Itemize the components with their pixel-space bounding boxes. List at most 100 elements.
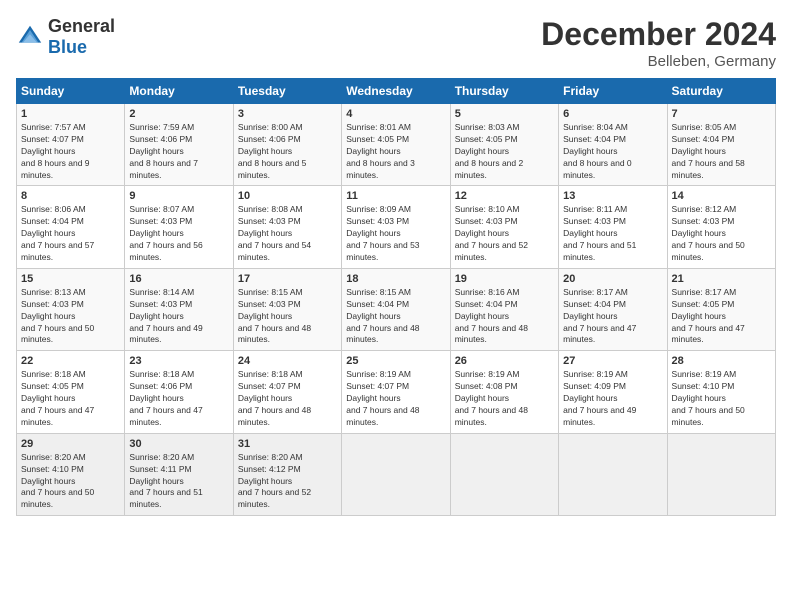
header-monday: Monday (125, 79, 233, 104)
day-number: 9 (129, 190, 228, 202)
day-number: 16 (129, 273, 228, 285)
calendar-cell: 22 Sunrise: 8:18 AMSunset: 4:05 PMDaylig… (17, 351, 125, 433)
cell-info: Sunrise: 8:03 AMSunset: 4:05 PMDaylight … (455, 122, 524, 180)
calendar-cell: 30 Sunrise: 8:20 AMSunset: 4:11 PMDaylig… (125, 433, 233, 515)
cell-info: Sunrise: 8:19 AMSunset: 4:09 PMDaylight … (563, 369, 636, 427)
calendar-cell: 28 Sunrise: 8:19 AMSunset: 4:10 PMDaylig… (667, 351, 775, 433)
header-wednesday: Wednesday (342, 79, 450, 104)
calendar-table: Sunday Monday Tuesday Wednesday Thursday… (16, 78, 776, 516)
cell-info: Sunrise: 8:16 AMSunset: 4:04 PMDaylight … (455, 287, 528, 345)
calendar-cell: 13 Sunrise: 8:11 AMSunset: 4:03 PMDaylig… (559, 186, 667, 268)
cell-info: Sunrise: 8:18 AMSunset: 4:07 PMDaylight … (238, 369, 311, 427)
logo-general: General (48, 16, 115, 36)
calendar-title: December 2024 (541, 16, 776, 53)
calendar-cell: 4 Sunrise: 8:01 AMSunset: 4:05 PMDayligh… (342, 104, 450, 186)
cell-info: Sunrise: 8:15 AMSunset: 4:04 PMDaylight … (346, 287, 419, 345)
cell-info: Sunrise: 8:01 AMSunset: 4:05 PMDaylight … (346, 122, 415, 180)
day-number: 28 (672, 355, 771, 367)
day-number: 6 (563, 108, 662, 120)
cell-info: Sunrise: 8:20 AMSunset: 4:10 PMDaylight … (21, 452, 94, 510)
calendar-cell: 5 Sunrise: 8:03 AMSunset: 4:05 PMDayligh… (450, 104, 558, 186)
calendar-cell (450, 433, 558, 515)
calendar-cell: 21 Sunrise: 8:17 AMSunset: 4:05 PMDaylig… (667, 268, 775, 350)
cell-info: Sunrise: 8:19 AMSunset: 4:07 PMDaylight … (346, 369, 419, 427)
calendar-cell: 18 Sunrise: 8:15 AMSunset: 4:04 PMDaylig… (342, 268, 450, 350)
day-number: 22 (21, 355, 120, 367)
calendar-cell: 8 Sunrise: 8:06 AMSunset: 4:04 PMDayligh… (17, 186, 125, 268)
calendar-cell: 11 Sunrise: 8:09 AMSunset: 4:03 PMDaylig… (342, 186, 450, 268)
cell-info: Sunrise: 8:12 AMSunset: 4:03 PMDaylight … (672, 204, 745, 262)
calendar-week-3: 15 Sunrise: 8:13 AMSunset: 4:03 PMDaylig… (17, 268, 776, 350)
calendar-container: General Blue December 2024 Belleben, Ger… (0, 0, 792, 526)
day-number: 21 (672, 273, 771, 285)
day-number: 3 (238, 108, 337, 120)
day-number: 29 (21, 438, 120, 450)
cell-info: Sunrise: 8:19 AMSunset: 4:08 PMDaylight … (455, 369, 528, 427)
calendar-cell: 26 Sunrise: 8:19 AMSunset: 4:08 PMDaylig… (450, 351, 558, 433)
calendar-cell (667, 433, 775, 515)
calendar-cell: 6 Sunrise: 8:04 AMSunset: 4:04 PMDayligh… (559, 104, 667, 186)
cell-info: Sunrise: 8:20 AMSunset: 4:12 PMDaylight … (238, 452, 311, 510)
calendar-cell: 20 Sunrise: 8:17 AMSunset: 4:04 PMDaylig… (559, 268, 667, 350)
day-number: 19 (455, 273, 554, 285)
cell-info: Sunrise: 8:14 AMSunset: 4:03 PMDaylight … (129, 287, 202, 345)
day-number: 18 (346, 273, 445, 285)
cell-info: Sunrise: 8:10 AMSunset: 4:03 PMDaylight … (455, 204, 528, 262)
calendar-cell: 12 Sunrise: 8:10 AMSunset: 4:03 PMDaylig… (450, 186, 558, 268)
cell-info: Sunrise: 8:11 AMSunset: 4:03 PMDaylight … (563, 204, 636, 262)
calendar-cell: 29 Sunrise: 8:20 AMSunset: 4:10 PMDaylig… (17, 433, 125, 515)
day-number: 11 (346, 190, 445, 202)
calendar-cell: 2 Sunrise: 7:59 AMSunset: 4:06 PMDayligh… (125, 104, 233, 186)
cell-info: Sunrise: 8:08 AMSunset: 4:03 PMDaylight … (238, 204, 311, 262)
calendar-cell: 3 Sunrise: 8:00 AMSunset: 4:06 PMDayligh… (233, 104, 341, 186)
calendar-cell: 31 Sunrise: 8:20 AMSunset: 4:12 PMDaylig… (233, 433, 341, 515)
header-saturday: Saturday (667, 79, 775, 104)
calendar-cell: 17 Sunrise: 8:15 AMSunset: 4:03 PMDaylig… (233, 268, 341, 350)
cell-info: Sunrise: 8:15 AMSunset: 4:03 PMDaylight … (238, 287, 311, 345)
header-thursday: Thursday (450, 79, 558, 104)
day-number: 12 (455, 190, 554, 202)
calendar-cell: 9 Sunrise: 8:07 AMSunset: 4:03 PMDayligh… (125, 186, 233, 268)
cell-info: Sunrise: 8:17 AMSunset: 4:04 PMDaylight … (563, 287, 636, 345)
day-number: 24 (238, 355, 337, 367)
day-number: 17 (238, 273, 337, 285)
cell-info: Sunrise: 8:05 AMSunset: 4:04 PMDaylight … (672, 122, 745, 180)
day-number: 20 (563, 273, 662, 285)
days-header-row: Sunday Monday Tuesday Wednesday Thursday… (17, 79, 776, 104)
header-sunday: Sunday (17, 79, 125, 104)
cell-info: Sunrise: 7:57 AMSunset: 4:07 PMDaylight … (21, 122, 90, 180)
cell-info: Sunrise: 8:07 AMSunset: 4:03 PMDaylight … (129, 204, 202, 262)
logo-blue: Blue (48, 37, 87, 57)
cell-info: Sunrise: 7:59 AMSunset: 4:06 PMDaylight … (129, 122, 198, 180)
calendar-cell (342, 433, 450, 515)
day-number: 8 (21, 190, 120, 202)
calendar-body: 1 Sunrise: 7:57 AMSunset: 4:07 PMDayligh… (17, 104, 776, 516)
cell-info: Sunrise: 8:13 AMSunset: 4:03 PMDaylight … (21, 287, 94, 345)
day-number: 1 (21, 108, 120, 120)
day-number: 5 (455, 108, 554, 120)
cell-info: Sunrise: 8:17 AMSunset: 4:05 PMDaylight … (672, 287, 745, 345)
calendar-cell: 15 Sunrise: 8:13 AMSunset: 4:03 PMDaylig… (17, 268, 125, 350)
calendar-cell: 27 Sunrise: 8:19 AMSunset: 4:09 PMDaylig… (559, 351, 667, 433)
cell-info: Sunrise: 8:06 AMSunset: 4:04 PMDaylight … (21, 204, 94, 262)
day-number: 13 (563, 190, 662, 202)
cell-info: Sunrise: 8:20 AMSunset: 4:11 PMDaylight … (129, 452, 202, 510)
calendar-cell: 14 Sunrise: 8:12 AMSunset: 4:03 PMDaylig… (667, 186, 775, 268)
calendar-cell: 16 Sunrise: 8:14 AMSunset: 4:03 PMDaylig… (125, 268, 233, 350)
calendar-cell (559, 433, 667, 515)
day-number: 7 (672, 108, 771, 120)
calendar-cell: 7 Sunrise: 8:05 AMSunset: 4:04 PMDayligh… (667, 104, 775, 186)
cell-info: Sunrise: 8:18 AMSunset: 4:05 PMDaylight … (21, 369, 94, 427)
day-number: 23 (129, 355, 228, 367)
cell-info: Sunrise: 8:04 AMSunset: 4:04 PMDaylight … (563, 122, 632, 180)
day-number: 27 (563, 355, 662, 367)
day-number: 10 (238, 190, 337, 202)
title-block: December 2024 Belleben, Germany (541, 16, 776, 70)
header-row: General Blue December 2024 Belleben, Ger… (16, 16, 776, 70)
calendar-week-1: 1 Sunrise: 7:57 AMSunset: 4:07 PMDayligh… (17, 104, 776, 186)
logo-text: General Blue (48, 16, 115, 58)
cell-info: Sunrise: 8:19 AMSunset: 4:10 PMDaylight … (672, 369, 745, 427)
calendar-cell: 10 Sunrise: 8:08 AMSunset: 4:03 PMDaylig… (233, 186, 341, 268)
calendar-week-2: 8 Sunrise: 8:06 AMSunset: 4:04 PMDayligh… (17, 186, 776, 268)
day-number: 14 (672, 190, 771, 202)
